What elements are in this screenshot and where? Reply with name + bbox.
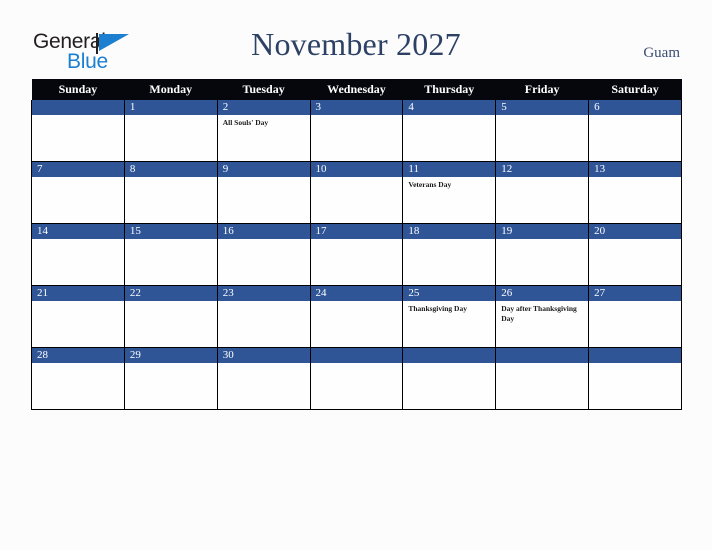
- day-number: 3: [310, 100, 403, 115]
- calendar-week-row: 1 2 All Souls' Day 3 4 5 6: [31, 100, 682, 162]
- day-number: 9: [217, 162, 310, 177]
- page-header: General Blue November 2027 Guam: [0, 0, 712, 78]
- day-number: 13: [589, 162, 681, 177]
- calendar-header-row: Sunday Monday Tuesday Wednesday Thursday Frid…: [31, 79, 682, 100]
- calendar-day-cell-30[interactable]: 30: [216, 347, 311, 410]
- day-number: 19: [496, 224, 589, 239]
- weekday-header-friday: Friday: [495, 79, 589, 100]
- day-number: 2: [217, 100, 310, 115]
- calendar-day-cell-15[interactable]: 15: [123, 223, 218, 286]
- calendar-day-cell-23[interactable]: 23: [216, 285, 311, 348]
- calendar-day-cell-empty[interactable]: [588, 347, 682, 410]
- day-event-label: All Souls' Day: [222, 118, 269, 127]
- region-label: Guam: [643, 45, 680, 61]
- calendar-day-cell-2[interactable]: 2 All Souls' Day: [216, 100, 311, 162]
- calendar-day-cell-14[interactable]: 14: [31, 223, 125, 286]
- calendar-day-cell-22[interactable]: 22: [123, 285, 218, 348]
- calendar-day-cell-27[interactable]: 27: [588, 285, 682, 348]
- calendar-day-cell-25[interactable]: 25 Thanksgiving Day: [402, 285, 497, 348]
- month-calendar: Sunday Monday Tuesday Wednesday Thursday Frid…: [31, 79, 682, 410]
- calendar-day-cell-12[interactable]: 12: [495, 161, 590, 224]
- day-number: [496, 348, 589, 363]
- calendar-week-row: 28 29 30: [31, 347, 682, 410]
- weekday-header-tuesday: Tuesday: [217, 79, 311, 100]
- calendar-day-cell-10[interactable]: 10: [309, 161, 404, 224]
- day-number: 16: [217, 224, 310, 239]
- calendar-day-cell-6[interactable]: 6: [588, 100, 682, 162]
- weekday-header-row: Sunday Monday Tuesday Wednesday Thursday Frid…: [31, 79, 682, 100]
- calendar-day-cell-13[interactable]: 13: [588, 161, 682, 224]
- day-number: [589, 348, 681, 363]
- weekday-header-monday: Monday: [124, 79, 218, 100]
- day-number: 24: [310, 286, 403, 301]
- day-number: 17: [310, 224, 403, 239]
- day-number: 14: [32, 224, 124, 239]
- calendar-day-cell-28[interactable]: 28: [31, 347, 125, 410]
- day-number: 8: [124, 162, 217, 177]
- day-number: 26: [496, 286, 589, 301]
- day-number: 15: [124, 224, 217, 239]
- calendar-page: General Blue November 2027 Guam Sunday Mo…: [0, 0, 712, 550]
- calendar-day-cell-19[interactable]: 19: [495, 223, 590, 286]
- weekday-header-thursday: Thursday: [402, 79, 496, 100]
- calendar-day-cell-17[interactable]: 17: [309, 223, 404, 286]
- calendar-day-cell-24[interactable]: 24: [309, 285, 404, 348]
- day-number: 18: [403, 224, 496, 239]
- calendar-day-cell-5[interactable]: 5: [495, 100, 590, 162]
- calendar-day-cell-7[interactable]: 7: [31, 161, 125, 224]
- calendar-day-cell-8[interactable]: 8: [123, 161, 218, 224]
- day-number: 7: [32, 162, 124, 177]
- day-number: 20: [589, 224, 681, 239]
- page-title: November 2027: [251, 26, 461, 62]
- weekday-header-wednesday: Wednesday: [310, 79, 403, 100]
- calendar-week-row: 21 22 23 24 25 Thanksgiving Day 26 Day after Th…: [31, 285, 682, 348]
- calendar-day-cell-4[interactable]: 4: [402, 100, 497, 162]
- calendar-day-cell-18[interactable]: 18: [402, 223, 497, 286]
- day-number: 23: [217, 286, 310, 301]
- day-number: 25: [403, 286, 496, 301]
- day-number: 22: [124, 286, 217, 301]
- calendar-day-cell-26[interactable]: 26 Day after Thanksgiving Day: [495, 285, 590, 348]
- day-number: [403, 348, 496, 363]
- day-event-label: Day after Thanksgiving Day: [501, 304, 577, 323]
- day-event-label: Veterans Day: [408, 180, 452, 189]
- day-number: 21: [32, 286, 124, 301]
- calendar-day-cell-11[interactable]: 11 Veterans Day: [402, 161, 497, 224]
- day-number: 12: [496, 162, 589, 177]
- day-number: 10: [310, 162, 403, 177]
- day-event-label: Thanksgiving Day: [408, 304, 467, 313]
- calendar-day-cell-9[interactable]: 9: [216, 161, 311, 224]
- calendar-day-cell-3[interactable]: 3: [309, 100, 404, 162]
- day-number: [32, 100, 124, 115]
- day-number: 29: [124, 348, 217, 363]
- day-number: 5: [496, 100, 589, 115]
- weekday-header-sunday: Sunday: [31, 79, 125, 100]
- calendar-day-cell-empty[interactable]: [495, 347, 590, 410]
- day-number: 27: [589, 286, 681, 301]
- calendar-day-cell-empty[interactable]: [309, 347, 404, 410]
- day-number: 4: [403, 100, 496, 115]
- calendar-day-cell-21[interactable]: 21: [31, 285, 125, 348]
- day-number: 28: [32, 348, 124, 363]
- calendar-day-cell-1[interactable]: 1: [123, 100, 218, 162]
- calendar-day-cell-empty[interactable]: [402, 347, 497, 410]
- calendar-body: 1 2 All Souls' Day 3 4 5 6 7 8 9 10 11 Veterans Day 1…: [31, 100, 682, 410]
- calendar-day-cell-empty[interactable]: [31, 100, 125, 162]
- calendar-week-row: 7 8 9 10 11 Veterans Day 12 13: [31, 161, 682, 224]
- day-number: 1: [124, 100, 217, 115]
- calendar-day-cell-20[interactable]: 20: [588, 223, 682, 286]
- day-number: [310, 348, 403, 363]
- day-number: 11: [403, 162, 496, 177]
- calendar-day-cell-16[interactable]: 16: [216, 223, 311, 286]
- weekday-header-saturday: Saturday: [588, 79, 682, 100]
- day-number: 30: [217, 348, 310, 363]
- calendar-week-row: 14 15 16 17 18 19 20: [31, 223, 682, 286]
- day-number: 6: [589, 100, 681, 115]
- calendar-day-cell-29[interactable]: 29: [123, 347, 218, 410]
